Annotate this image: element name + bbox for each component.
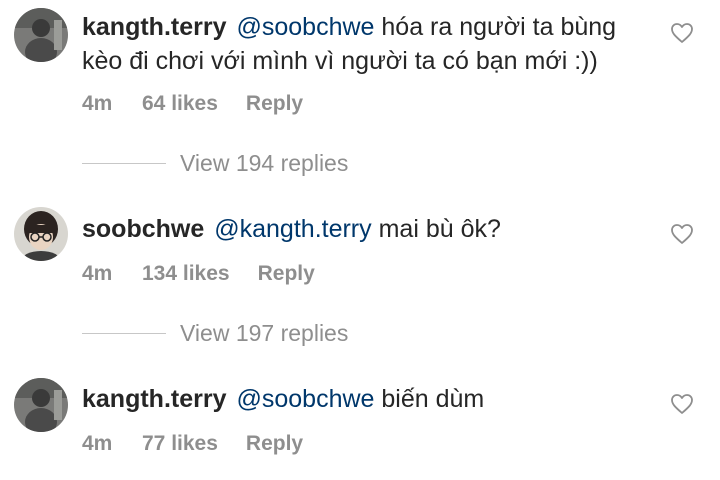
replies-divider <box>82 163 166 164</box>
username[interactable]: kangth.terry <box>82 13 226 41</box>
comment-meta: 4m 134 likes Reply <box>82 262 315 286</box>
timestamp: 4m <box>82 92 113 115</box>
likes-count[interactable]: 134 likes <box>142 262 230 286</box>
likes-count[interactable]: 77 likes <box>142 432 218 456</box>
view-replies-link[interactable]: View 197 replies <box>180 320 348 347</box>
comment-body: biến dùm <box>381 385 485 413</box>
likes-count[interactable]: 64 likes <box>142 92 218 116</box>
avatar[interactable] <box>14 8 68 62</box>
replies-divider <box>82 333 166 334</box>
view-replies[interactable]: View 197 replies <box>82 320 348 347</box>
reply-button[interactable]: Reply <box>258 262 315 286</box>
heart-outline-icon[interactable] <box>670 223 694 245</box>
heart-outline-icon[interactable] <box>670 22 694 44</box>
username[interactable]: kangth.terry <box>82 385 226 413</box>
mention[interactable]: @kangth.terry <box>214 215 371 243</box>
avatar[interactable] <box>14 378 68 432</box>
comment-text: soobchwe @kangth.terry mai bù ôk? <box>82 212 657 246</box>
view-replies[interactable]: View 194 replies <box>82 150 348 177</box>
timestamp: 4m <box>82 432 113 455</box>
comment-meta: 4m 77 likes Reply <box>82 432 303 456</box>
view-replies-link[interactable]: View 194 replies <box>180 150 348 177</box>
username[interactable]: soobchwe <box>82 215 204 243</box>
mention[interactable]: @soobchwe <box>236 385 374 413</box>
reply-button[interactable]: Reply <box>246 92 303 116</box>
avatar[interactable] <box>14 207 68 261</box>
comment-body: mai bù ôk? <box>378 215 501 243</box>
mention[interactable]: @soobchwe <box>236 13 374 41</box>
comment-meta: 4m 64 likes Reply <box>82 92 303 116</box>
reply-button[interactable]: Reply <box>246 432 303 456</box>
timestamp: 4m <box>82 262 113 285</box>
comment-text: kangth.terry @soobchwe biến dùm <box>82 382 657 416</box>
heart-outline-icon[interactable] <box>670 393 694 415</box>
comment-text: kangth.terry @soobchwe hóa ra người ta bù… <box>82 10 657 78</box>
